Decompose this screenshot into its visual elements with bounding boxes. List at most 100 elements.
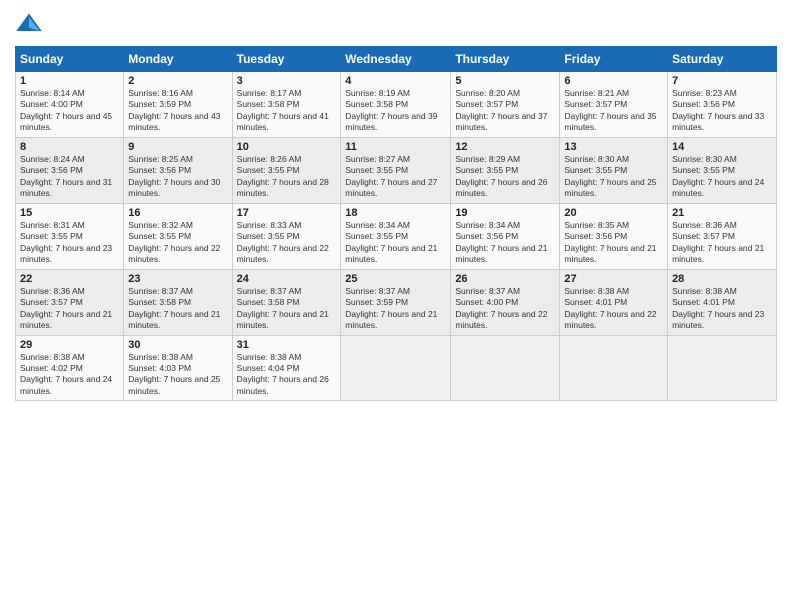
col-header-wednesday: Wednesday — [341, 47, 451, 72]
day-info: Sunrise: 8:37 AM Sunset: 3:58 PM Dayligh… — [237, 286, 337, 332]
logo-icon — [15, 10, 43, 38]
day-cell: 9 Sunrise: 8:25 AM Sunset: 3:56 PM Dayli… — [124, 137, 232, 203]
day-info: Sunrise: 8:19 AM Sunset: 3:58 PM Dayligh… — [345, 88, 446, 134]
day-info: Sunrise: 8:37 AM Sunset: 3:59 PM Dayligh… — [345, 286, 446, 332]
day-number: 20 — [564, 207, 663, 219]
day-cell: 26 Sunrise: 8:37 AM Sunset: 4:00 PM Dayl… — [451, 269, 560, 335]
col-header-friday: Friday — [560, 47, 668, 72]
day-cell: 22 Sunrise: 8:36 AM Sunset: 3:57 PM Dayl… — [16, 269, 124, 335]
day-cell: 12 Sunrise: 8:29 AM Sunset: 3:55 PM Dayl… — [451, 137, 560, 203]
day-info: Sunrise: 8:14 AM Sunset: 4:00 PM Dayligh… — [20, 88, 119, 134]
day-number: 2 — [128, 75, 227, 87]
day-cell: 7 Sunrise: 8:23 AM Sunset: 3:56 PM Dayli… — [668, 72, 777, 138]
day-cell: 30 Sunrise: 8:38 AM Sunset: 4:03 PM Dayl… — [124, 335, 232, 401]
day-number: 6 — [564, 75, 663, 87]
day-number: 19 — [455, 207, 555, 219]
day-info: Sunrise: 8:32 AM Sunset: 3:55 PM Dayligh… — [128, 220, 227, 266]
day-info: Sunrise: 8:33 AM Sunset: 3:55 PM Dayligh… — [237, 220, 337, 266]
col-header-monday: Monday — [124, 47, 232, 72]
day-number: 28 — [672, 273, 772, 285]
day-number: 12 — [455, 141, 555, 153]
day-number: 25 — [345, 273, 446, 285]
day-number: 17 — [237, 207, 337, 219]
day-number: 1 — [20, 75, 119, 87]
day-number: 24 — [237, 273, 337, 285]
day-info: Sunrise: 8:29 AM Sunset: 3:55 PM Dayligh… — [455, 154, 555, 200]
day-info: Sunrise: 8:30 AM Sunset: 3:55 PM Dayligh… — [672, 154, 772, 200]
col-header-sunday: Sunday — [16, 47, 124, 72]
day-number: 15 — [20, 207, 119, 219]
day-number: 10 — [237, 141, 337, 153]
day-info: Sunrise: 8:36 AM Sunset: 3:57 PM Dayligh… — [672, 220, 772, 266]
day-number: 8 — [20, 141, 119, 153]
day-info: Sunrise: 8:35 AM Sunset: 3:56 PM Dayligh… — [564, 220, 663, 266]
day-cell: 28 Sunrise: 8:38 AM Sunset: 4:01 PM Dayl… — [668, 269, 777, 335]
day-number: 23 — [128, 273, 227, 285]
day-info: Sunrise: 8:17 AM Sunset: 3:58 PM Dayligh… — [237, 88, 337, 134]
day-cell: 27 Sunrise: 8:38 AM Sunset: 4:01 PM Dayl… — [560, 269, 668, 335]
day-number: 26 — [455, 273, 555, 285]
week-row-1: 1 Sunrise: 8:14 AM Sunset: 4:00 PM Dayli… — [16, 72, 777, 138]
day-info: Sunrise: 8:38 AM Sunset: 4:04 PM Dayligh… — [237, 352, 337, 398]
page: SundayMondayTuesdayWednesdayThursdayFrid… — [0, 0, 792, 612]
day-info: Sunrise: 8:31 AM Sunset: 3:55 PM Dayligh… — [20, 220, 119, 266]
day-info: Sunrise: 8:27 AM Sunset: 3:55 PM Dayligh… — [345, 154, 446, 200]
day-number: 5 — [455, 75, 555, 87]
day-cell: 23 Sunrise: 8:37 AM Sunset: 3:58 PM Dayl… — [124, 269, 232, 335]
day-cell: 10 Sunrise: 8:26 AM Sunset: 3:55 PM Dayl… — [232, 137, 341, 203]
header — [15, 10, 777, 38]
week-row-4: 22 Sunrise: 8:36 AM Sunset: 3:57 PM Dayl… — [16, 269, 777, 335]
day-cell: 8 Sunrise: 8:24 AM Sunset: 3:56 PM Dayli… — [16, 137, 124, 203]
col-header-saturday: Saturday — [668, 47, 777, 72]
day-cell: 25 Sunrise: 8:37 AM Sunset: 3:59 PM Dayl… — [341, 269, 451, 335]
calendar-table: SundayMondayTuesdayWednesdayThursdayFrid… — [15, 46, 777, 401]
day-info: Sunrise: 8:30 AM Sunset: 3:55 PM Dayligh… — [564, 154, 663, 200]
day-cell: 20 Sunrise: 8:35 AM Sunset: 3:56 PM Dayl… — [560, 203, 668, 269]
day-info: Sunrise: 8:38 AM Sunset: 4:02 PM Dayligh… — [20, 352, 119, 398]
day-number: 7 — [672, 75, 772, 87]
day-cell: 3 Sunrise: 8:17 AM Sunset: 3:58 PM Dayli… — [232, 72, 341, 138]
day-cell — [451, 335, 560, 401]
day-info: Sunrise: 8:21 AM Sunset: 3:57 PM Dayligh… — [564, 88, 663, 134]
day-info: Sunrise: 8:36 AM Sunset: 3:57 PM Dayligh… — [20, 286, 119, 332]
day-number: 13 — [564, 141, 663, 153]
day-cell: 1 Sunrise: 8:14 AM Sunset: 4:00 PM Dayli… — [16, 72, 124, 138]
day-number: 31 — [237, 339, 337, 351]
day-cell: 24 Sunrise: 8:37 AM Sunset: 3:58 PM Dayl… — [232, 269, 341, 335]
day-number: 16 — [128, 207, 227, 219]
day-cell — [560, 335, 668, 401]
day-number: 9 — [128, 141, 227, 153]
day-cell: 19 Sunrise: 8:34 AM Sunset: 3:56 PM Dayl… — [451, 203, 560, 269]
week-row-2: 8 Sunrise: 8:24 AM Sunset: 3:56 PM Dayli… — [16, 137, 777, 203]
day-info: Sunrise: 8:23 AM Sunset: 3:56 PM Dayligh… — [672, 88, 772, 134]
day-info: Sunrise: 8:37 AM Sunset: 4:00 PM Dayligh… — [455, 286, 555, 332]
day-cell: 2 Sunrise: 8:16 AM Sunset: 3:59 PM Dayli… — [124, 72, 232, 138]
day-number: 3 — [237, 75, 337, 87]
day-cell: 5 Sunrise: 8:20 AM Sunset: 3:57 PM Dayli… — [451, 72, 560, 138]
day-number: 4 — [345, 75, 446, 87]
day-info: Sunrise: 8:20 AM Sunset: 3:57 PM Dayligh… — [455, 88, 555, 134]
day-cell: 13 Sunrise: 8:30 AM Sunset: 3:55 PM Dayl… — [560, 137, 668, 203]
day-number: 18 — [345, 207, 446, 219]
day-info: Sunrise: 8:26 AM Sunset: 3:55 PM Dayligh… — [237, 154, 337, 200]
day-info: Sunrise: 8:34 AM Sunset: 3:56 PM Dayligh… — [455, 220, 555, 266]
day-info: Sunrise: 8:24 AM Sunset: 3:56 PM Dayligh… — [20, 154, 119, 200]
day-cell: 6 Sunrise: 8:21 AM Sunset: 3:57 PM Dayli… — [560, 72, 668, 138]
day-number: 21 — [672, 207, 772, 219]
day-cell: 15 Sunrise: 8:31 AM Sunset: 3:55 PM Dayl… — [16, 203, 124, 269]
day-cell — [668, 335, 777, 401]
day-info: Sunrise: 8:25 AM Sunset: 3:56 PM Dayligh… — [128, 154, 227, 200]
day-cell: 21 Sunrise: 8:36 AM Sunset: 3:57 PM Dayl… — [668, 203, 777, 269]
day-info: Sunrise: 8:38 AM Sunset: 4:01 PM Dayligh… — [672, 286, 772, 332]
calendar-header-row: SundayMondayTuesdayWednesdayThursdayFrid… — [16, 47, 777, 72]
day-cell — [341, 335, 451, 401]
col-header-thursday: Thursday — [451, 47, 560, 72]
week-row-3: 15 Sunrise: 8:31 AM Sunset: 3:55 PM Dayl… — [16, 203, 777, 269]
day-info: Sunrise: 8:38 AM Sunset: 4:03 PM Dayligh… — [128, 352, 227, 398]
col-header-tuesday: Tuesday — [232, 47, 341, 72]
week-row-5: 29 Sunrise: 8:38 AM Sunset: 4:02 PM Dayl… — [16, 335, 777, 401]
day-cell: 18 Sunrise: 8:34 AM Sunset: 3:55 PM Dayl… — [341, 203, 451, 269]
day-number: 29 — [20, 339, 119, 351]
day-cell: 17 Sunrise: 8:33 AM Sunset: 3:55 PM Dayl… — [232, 203, 341, 269]
day-number: 11 — [345, 141, 446, 153]
